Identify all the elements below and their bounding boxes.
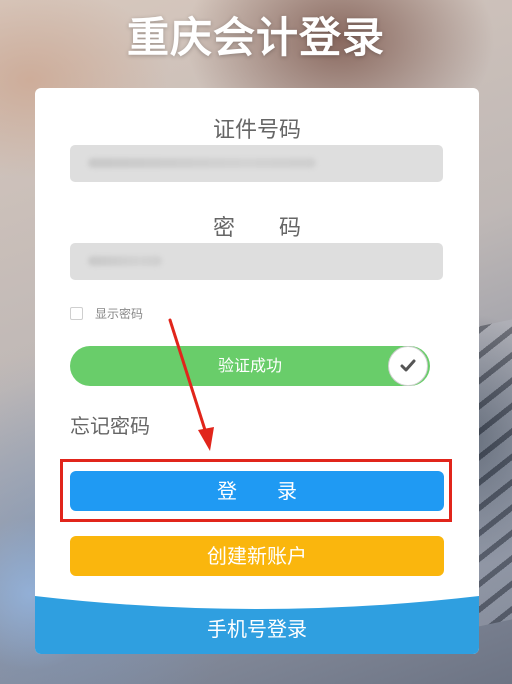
show-password-label: 显示密码 xyxy=(95,306,144,321)
phone-login-label: 手机号登录 xyxy=(207,617,307,641)
forgot-password-link[interactable]: 忘记密码 xyxy=(70,410,150,439)
create-account-button[interactable]: 创建新账户 xyxy=(70,536,444,576)
id-number-blurred-value xyxy=(88,158,316,168)
login-button[interactable]: 登 录 xyxy=(70,471,444,511)
id-number-label: 证件号码 xyxy=(212,118,301,143)
page-title: 重庆会计登录 xyxy=(126,13,385,62)
login-card: 证件号码 密 码 显示密码 验证成功 忘记密码 登 录 创建新账户 手机号登录 xyxy=(35,88,479,654)
show-password-row[interactable]: 显示密码 xyxy=(70,305,143,321)
show-password-checkbox[interactable] xyxy=(70,306,83,320)
phone-login-bar[interactable]: 手机号登录 xyxy=(35,596,479,654)
password-label: 密 码 xyxy=(212,216,301,241)
password-masked-value xyxy=(88,256,162,266)
verify-slider[interactable]: 验证成功 xyxy=(70,346,430,386)
check-icon xyxy=(400,359,416,372)
password-field[interactable] xyxy=(70,243,443,280)
verify-success-text: 验证成功 xyxy=(217,356,282,375)
verify-slider-knob[interactable] xyxy=(388,346,428,386)
id-number-field[interactable] xyxy=(70,145,443,182)
